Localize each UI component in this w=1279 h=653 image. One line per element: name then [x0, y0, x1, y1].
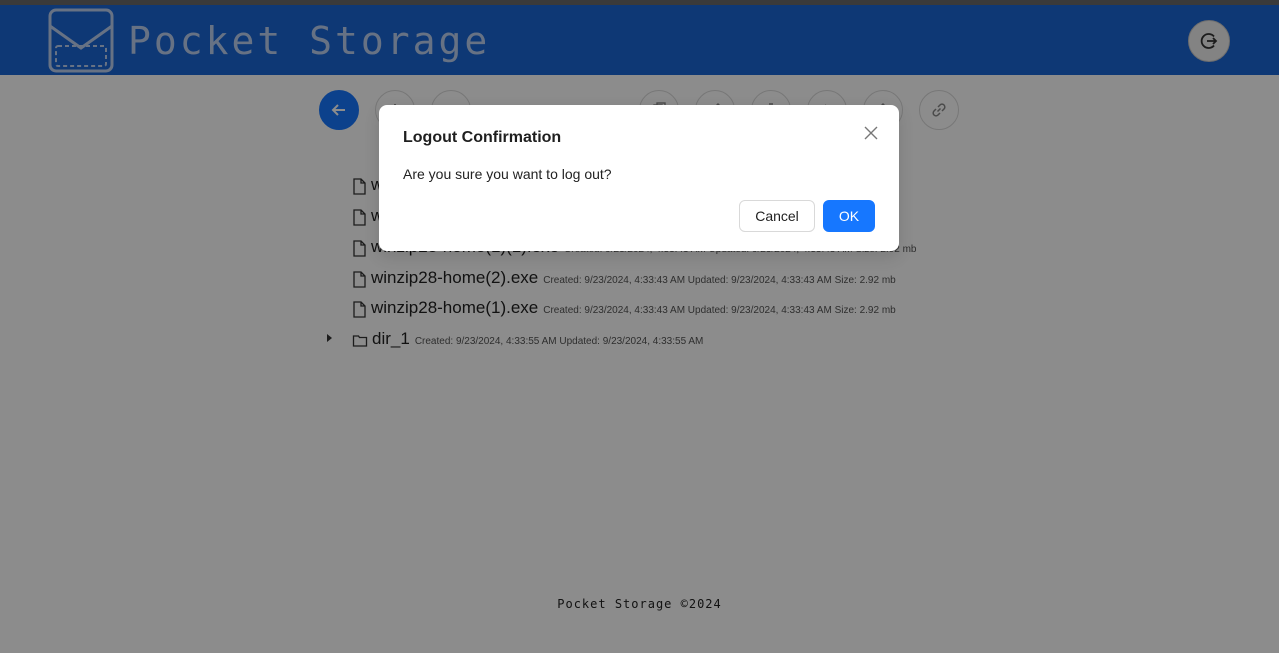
modal-mask[interactable] — [0, 0, 1279, 653]
dialog-title: Logout Confirmation — [403, 129, 562, 146]
dialog-message: Are you sure you want to log out? — [403, 166, 612, 182]
logout-dialog: Logout Confirmation Are you sure you wan… — [379, 105, 899, 251]
ok-button[interactable]: OK — [823, 200, 875, 232]
cancel-button[interactable]: Cancel — [739, 200, 815, 232]
close-icon — [864, 126, 878, 140]
close-button[interactable] — [861, 123, 881, 143]
